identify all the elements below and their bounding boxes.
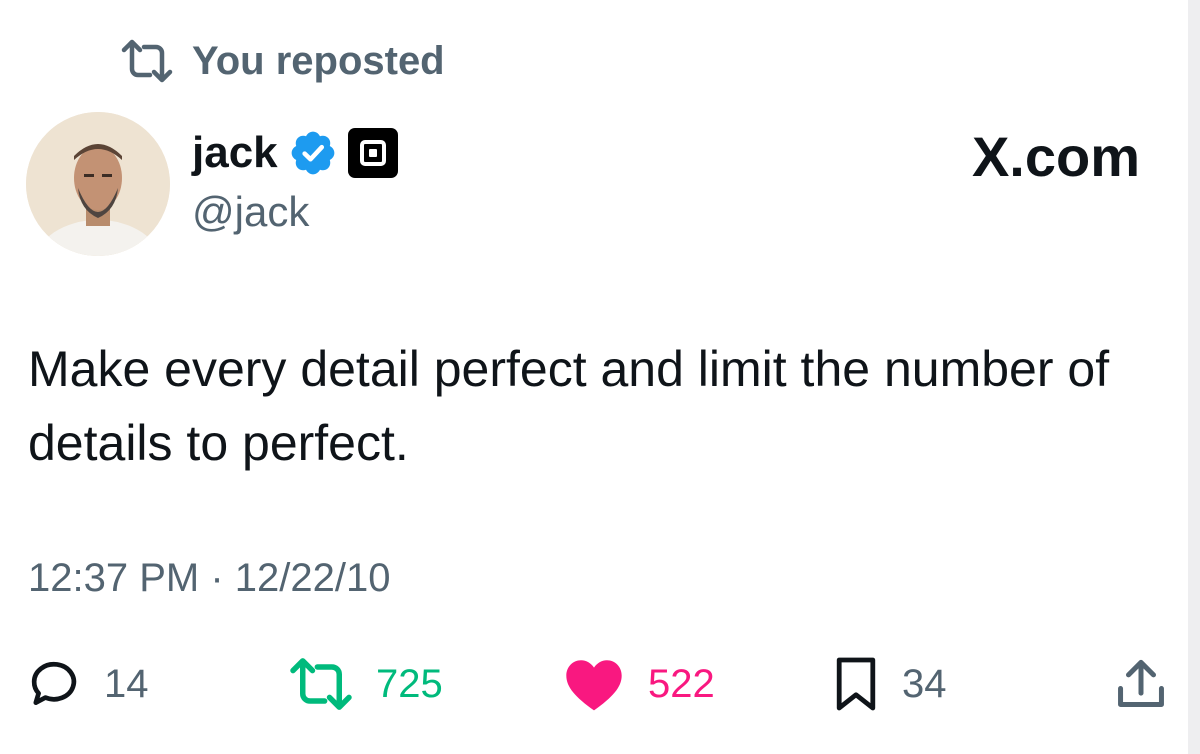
bookmark-icon	[832, 655, 880, 713]
source-watermark: X.com	[972, 124, 1140, 189]
tweet-text: Make every detail perfect and limit the …	[28, 341, 1110, 471]
repost-icon	[120, 38, 174, 84]
source-label: X.com	[971, 125, 1140, 188]
repost-icon	[288, 656, 354, 712]
author-name-row[interactable]: jack	[192, 128, 398, 178]
bookmark-button[interactable]: 34	[832, 652, 947, 716]
bookmark-count: 34	[902, 661, 947, 706]
author-display-name[interactable]: jack	[192, 128, 278, 178]
scrollbar-track[interactable]	[1188, 0, 1200, 754]
repost-count: 725	[376, 661, 443, 706]
repost-button[interactable]: 725	[288, 652, 443, 716]
like-button[interactable]: 522	[562, 652, 715, 716]
reply-count: 14	[104, 661, 149, 706]
square-logo-icon[interactable]	[347, 128, 398, 178]
author-handle[interactable]: @jack	[192, 188, 309, 236]
reply-button[interactable]: 14	[26, 652, 149, 716]
reply-icon	[26, 656, 82, 712]
tweet-timestamp[interactable]: 12:37 PM · 12/22/10	[28, 556, 390, 601]
action-bar: 14 725 522 34	[26, 652, 1166, 716]
verified-badge-icon[interactable]	[288, 128, 338, 178]
avatar[interactable]	[26, 112, 170, 256]
heart-icon	[562, 655, 626, 713]
post-detail: You reposted jack @jack X.com Make every…	[0, 0, 1200, 754]
like-count: 522	[648, 661, 715, 706]
share-icon	[1116, 655, 1166, 713]
share-button[interactable]	[1116, 652, 1166, 716]
repost-context-label: You reposted	[192, 38, 445, 83]
repost-context[interactable]: You reposted	[120, 38, 445, 84]
